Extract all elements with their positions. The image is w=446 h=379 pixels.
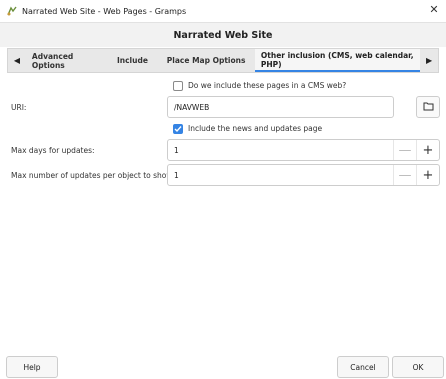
max-days-spinner[interactable]: 1 — + bbox=[167, 139, 440, 161]
uri-label: URI: bbox=[11, 103, 27, 112]
window-title: Narrated Web Site - Web Pages - Gramps bbox=[22, 6, 187, 16]
max-updates-decrement-button[interactable]: — bbox=[393, 165, 416, 185]
max-updates-increment-button[interactable]: + bbox=[416, 165, 439, 185]
cms-checkbox-label: Do we include these pages in a CMS web? bbox=[188, 81, 347, 90]
max-updates-spinner[interactable]: 1 — + bbox=[167, 164, 440, 186]
tab-advanced-options[interactable]: Advanced Options bbox=[26, 49, 108, 72]
max-days-label: Max days for updates: bbox=[11, 146, 95, 155]
uri-field[interactable]: /NAVWEB bbox=[167, 96, 394, 118]
close-icon[interactable]: ✕ bbox=[428, 4, 440, 16]
title-bar: Narrated Web Site - Web Pages - Gramps ✕ bbox=[0, 0, 446, 23]
ok-button[interactable]: OK bbox=[392, 356, 444, 378]
cms-checkbox[interactable] bbox=[173, 81, 183, 91]
options-panel: Do we include these pages in a CMS web? … bbox=[7, 73, 440, 343]
max-updates-value: 1 bbox=[174, 170, 179, 180]
max-days-decrement-button[interactable]: — bbox=[393, 140, 416, 160]
uri-value: /NAVWEB bbox=[174, 102, 210, 112]
dialog-header: Narrated Web Site bbox=[0, 23, 446, 47]
folder-icon bbox=[423, 101, 434, 113]
cancel-button[interactable]: Cancel bbox=[337, 356, 389, 378]
tab-include[interactable]: Include bbox=[108, 49, 158, 72]
dialog-footer: Help Cancel OK bbox=[0, 350, 446, 379]
max-updates-label: Max number of updates per object to show… bbox=[11, 171, 175, 180]
tab-bar: ◀ Advanced Options Include Place Map Opt… bbox=[7, 48, 439, 73]
tab-scroll-right-icon[interactable]: ▶ bbox=[420, 49, 438, 72]
tab-place-map-options[interactable]: Place Map Options bbox=[157, 49, 255, 72]
news-checkbox[interactable] bbox=[173, 124, 183, 134]
tab-scroll-left-icon[interactable]: ◀ bbox=[8, 49, 26, 72]
gramps-app-icon bbox=[6, 5, 18, 17]
help-button[interactable]: Help bbox=[6, 356, 58, 378]
tab-other-inclusion[interactable]: Other inclusion (CMS, web calendar, PHP) bbox=[254, 49, 421, 72]
folder-browse-button[interactable] bbox=[416, 96, 440, 118]
max-days-increment-button[interactable]: + bbox=[416, 140, 439, 160]
news-checkbox-label: Include the news and updates page bbox=[188, 124, 323, 133]
max-days-value: 1 bbox=[174, 145, 179, 155]
